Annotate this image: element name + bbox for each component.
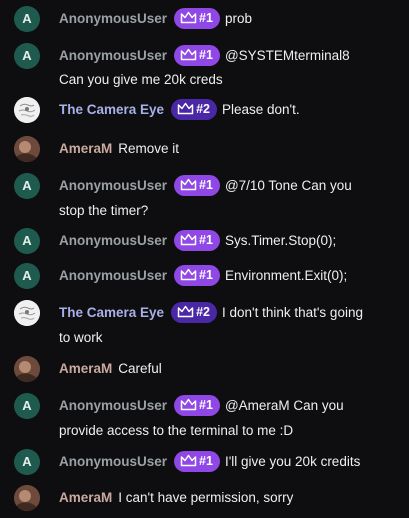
message-text: Remove it <box>118 141 180 156</box>
avatar-letter: A <box>22 11 32 26</box>
rank-badge[interactable]: #2 <box>171 302 217 323</box>
chat-log: A AnonymousUser #1 prob A AnonymousUser #1 @… <box>0 0 409 518</box>
username[interactable]: AmeraM <box>59 361 112 376</box>
avatar[interactable] <box>14 485 40 511</box>
username[interactable]: The Camera Eye <box>59 102 164 117</box>
crown-icon <box>180 398 197 411</box>
crown-icon <box>177 305 194 318</box>
rank-badge[interactable]: #2 <box>171 99 217 120</box>
avatar[interactable] <box>14 136 40 162</box>
crown-icon <box>180 48 197 61</box>
camera-eye-avatar-icon <box>14 300 40 326</box>
rank-label: #1 <box>199 11 213 25</box>
rank-badge[interactable]: #1 <box>174 230 220 251</box>
rank-label: #2 <box>196 102 210 116</box>
crown-icon <box>180 454 197 467</box>
rank-badge[interactable]: #1 <box>174 451 220 472</box>
avatar[interactable] <box>14 356 40 382</box>
message-text: I'll give you 20k credits <box>224 454 361 470</box>
crown-icon <box>180 178 197 191</box>
message-text: @SYSTEMterminal8 <box>224 48 350 64</box>
rank-label: #1 <box>199 178 213 192</box>
crown-icon <box>180 233 197 246</box>
avatar-letter: A <box>22 398 32 413</box>
rank-label: #1 <box>199 233 213 247</box>
message-text: Sys.Timer.Stop(0); <box>224 233 337 249</box>
rank-label: #1 <box>199 48 213 62</box>
rank-badge[interactable]: #1 <box>174 45 220 66</box>
rank-label: #1 <box>199 398 213 412</box>
message-text: @7/10 Tone Can you <box>224 178 352 194</box>
avatar[interactable]: A <box>14 228 40 254</box>
crown-icon <box>180 11 197 24</box>
avatar-letter: A <box>22 178 32 193</box>
username[interactable]: AnonymousUser <box>59 454 167 469</box>
avatar[interactable]: A <box>14 6 40 32</box>
message-text-continued: provide access to the terminal to me :D <box>59 423 294 438</box>
rank-badge[interactable]: #1 <box>174 8 220 29</box>
rank-badge[interactable]: #1 <box>174 395 220 416</box>
username[interactable]: AnonymousUser <box>59 268 167 283</box>
rank-label: #2 <box>196 305 210 319</box>
rank-label: #1 <box>199 268 213 282</box>
ameram-avatar-icon <box>14 356 40 382</box>
username[interactable]: The Camera Eye <box>59 305 164 320</box>
message-text: I can't have permission, sorry <box>118 490 294 505</box>
avatar-letter: A <box>22 454 32 469</box>
rank-badge[interactable]: #1 <box>174 265 220 286</box>
rank-badge[interactable]: #1 <box>174 175 220 196</box>
message-text: Please don't. <box>221 102 300 118</box>
crown-icon <box>177 102 194 115</box>
avatar[interactable]: A <box>14 449 40 475</box>
username[interactable]: AmeraM <box>59 141 112 156</box>
avatar[interactable] <box>14 300 40 326</box>
avatar-letter: A <box>22 233 32 248</box>
message-text: I don't think that's going <box>221 305 363 321</box>
camera-eye-avatar-icon <box>14 97 40 123</box>
message-text: Environment.Exit(0); <box>224 268 348 284</box>
message-text: Careful <box>118 361 162 376</box>
message-text-continued: stop the timer? <box>59 203 149 218</box>
username[interactable]: AnonymousUser <box>59 233 167 248</box>
message-text-continued: Can you give me 20k creds <box>59 72 223 87</box>
message-text-continued: to work <box>59 330 103 345</box>
avatar[interactable]: A <box>14 263 40 289</box>
message-text: prob <box>224 11 252 27</box>
username[interactable]: AnonymousUser <box>59 178 167 193</box>
username[interactable]: AnonymousUser <box>59 48 167 63</box>
avatar[interactable]: A <box>14 43 40 69</box>
avatar[interactable] <box>14 97 40 123</box>
username[interactable]: AnonymousUser <box>59 11 167 26</box>
ameram-avatar-icon <box>14 485 40 511</box>
avatar[interactable]: A <box>14 173 40 199</box>
message-text: @AmeraM Can you <box>224 398 344 414</box>
ameram-avatar-icon <box>14 136 40 162</box>
avatar-letter: A <box>22 48 32 63</box>
crown-icon <box>180 268 197 281</box>
avatar[interactable]: A <box>14 393 40 419</box>
username[interactable]: AnonymousUser <box>59 398 167 413</box>
username[interactable]: AmeraM <box>59 490 112 505</box>
avatar-letter: A <box>22 268 32 283</box>
rank-label: #1 <box>199 454 213 468</box>
